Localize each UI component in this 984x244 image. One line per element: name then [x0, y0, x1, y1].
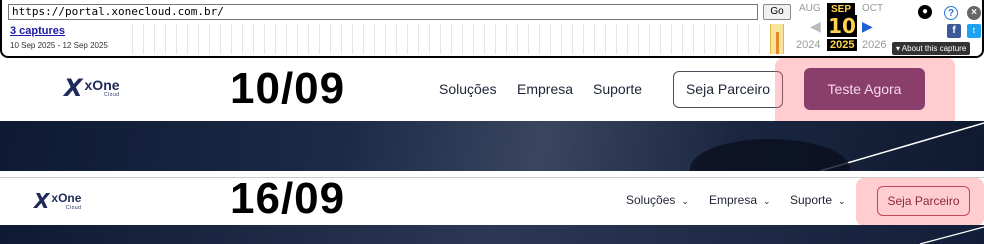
site-header-10-09: X xOne Cloud 10/09 Soluções Empresa Supo… [0, 58, 984, 128]
nav-empresa[interactable]: Empresa ⌄ [709, 193, 771, 207]
try-now-button[interactable]: Teste Agora [804, 68, 925, 110]
about-capture-button[interactable]: ▾ About this capture [892, 42, 971, 55]
next-month[interactable]: OCT [862, 3, 883, 14]
account-icon[interactable]: ● [918, 5, 932, 19]
logo-x-icon: X [64, 74, 83, 102]
wayback-toolbar: https://portal.xonecloud.com.br/ Go 3 ca… [0, 0, 984, 58]
capture-sparkline[interactable] [122, 24, 792, 54]
logo-sub: Cloud [65, 205, 82, 211]
capture-date-range: 10 Sep 2025 - 12 Sep 2025 [10, 41, 108, 50]
xone-logo[interactable]: X xOne Cloud [64, 74, 120, 102]
partner-button[interactable]: Seja Parceiro [877, 186, 970, 216]
hero-line [919, 226, 984, 244]
nav-solucoes-label: Soluções [626, 193, 676, 207]
next-arrow-icon[interactable]: ▶ [862, 18, 873, 35]
prev-arrow-icon[interactable]: ◀ [810, 18, 821, 35]
hero-decoration [690, 122, 984, 171]
hero-background [0, 121, 984, 171]
nav-solucoes[interactable]: Soluções [439, 81, 497, 97]
nav-suporte-label: Suporte [790, 193, 833, 207]
logo-word: xOne [84, 77, 120, 93]
prev-year[interactable]: 2024 [796, 39, 820, 51]
logo-x-icon: X [34, 189, 50, 213]
hero-decoration [919, 226, 984, 244]
current-year: 2025 [827, 39, 858, 51]
chevron-down-icon: ⌄ [681, 196, 689, 206]
chevron-down-icon: ⌄ [838, 196, 846, 206]
chevron-down-icon: ⌄ [763, 196, 771, 206]
site-header-16-09: X xOne Cloud 16/09 Soluções ⌄ Empresa ⌄ Su… [0, 174, 984, 226]
comparison-screenshot: https://portal.xonecloud.com.br/ Go 3 ca… [0, 0, 984, 244]
nav-suporte[interactable]: Suporte [593, 81, 642, 97]
logo-word: xOne [51, 191, 82, 205]
close-icon[interactable]: × [967, 6, 981, 20]
current-day: 10 [827, 14, 857, 38]
next-year[interactable]: 2026 [862, 39, 886, 51]
xone-logo[interactable]: X xOne Cloud [34, 189, 81, 213]
captures-link[interactable]: 3 captures [10, 25, 65, 37]
url-input[interactable]: https://portal.xonecloud.com.br/ [8, 4, 758, 20]
go-button[interactable]: Go [763, 4, 791, 20]
twitter-icon[interactable]: t [967, 24, 981, 38]
about-capture-label: About this capture [901, 44, 967, 53]
hero-background [0, 225, 984, 244]
nav-suporte[interactable]: Suporte ⌄ [790, 193, 846, 207]
hero-shape [690, 139, 850, 171]
partner-button[interactable]: Seja Parceiro [673, 71, 783, 108]
facebook-icon[interactable]: f [947, 24, 961, 38]
help-icon[interactable]: ? [944, 6, 958, 20]
prev-month[interactable]: AUG [799, 3, 821, 14]
nav-empresa[interactable]: Empresa [517, 81, 573, 97]
date-label: 16/09 [230, 174, 346, 223]
capture-mark [776, 32, 779, 54]
nav-empresa-label: Empresa [709, 193, 758, 207]
logo-sub: Cloud [103, 92, 120, 98]
nav-solucoes[interactable]: Soluções ⌄ [626, 193, 689, 207]
date-label: 10/09 [230, 64, 346, 113]
